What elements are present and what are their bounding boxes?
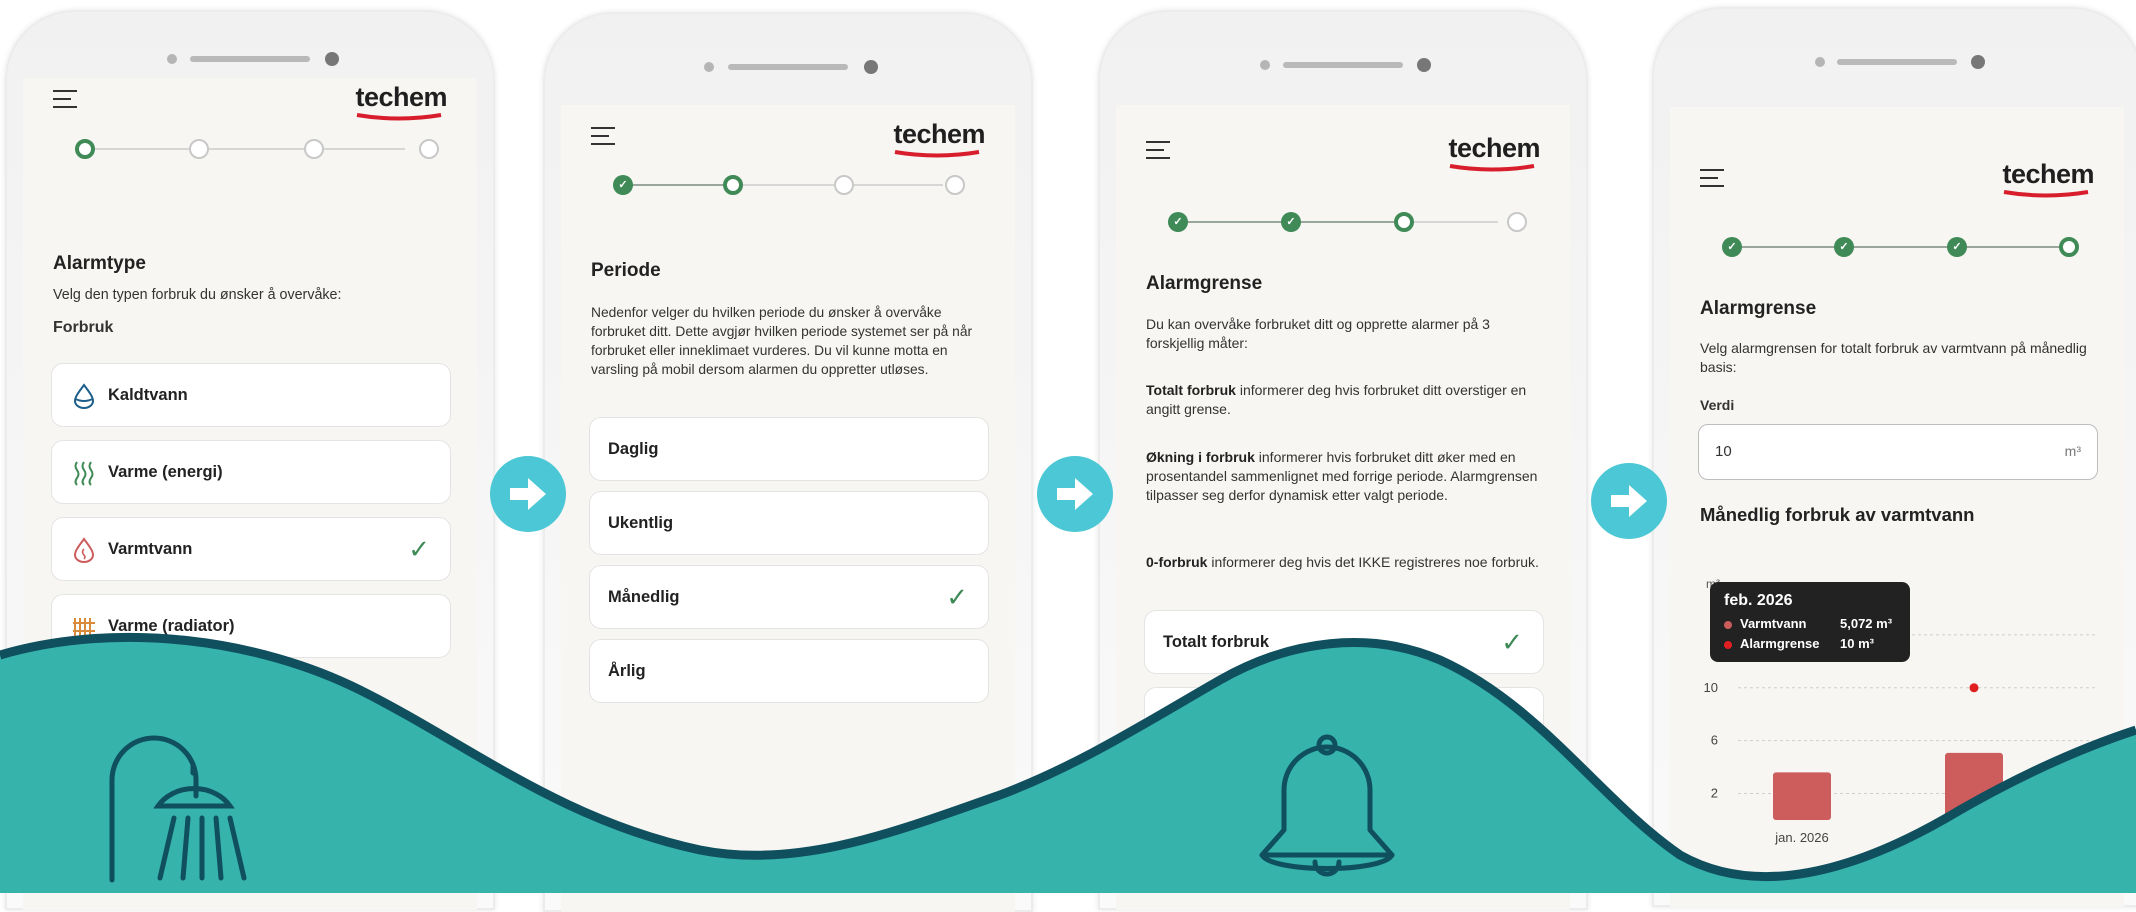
decorative-wave <box>0 632 2136 893</box>
